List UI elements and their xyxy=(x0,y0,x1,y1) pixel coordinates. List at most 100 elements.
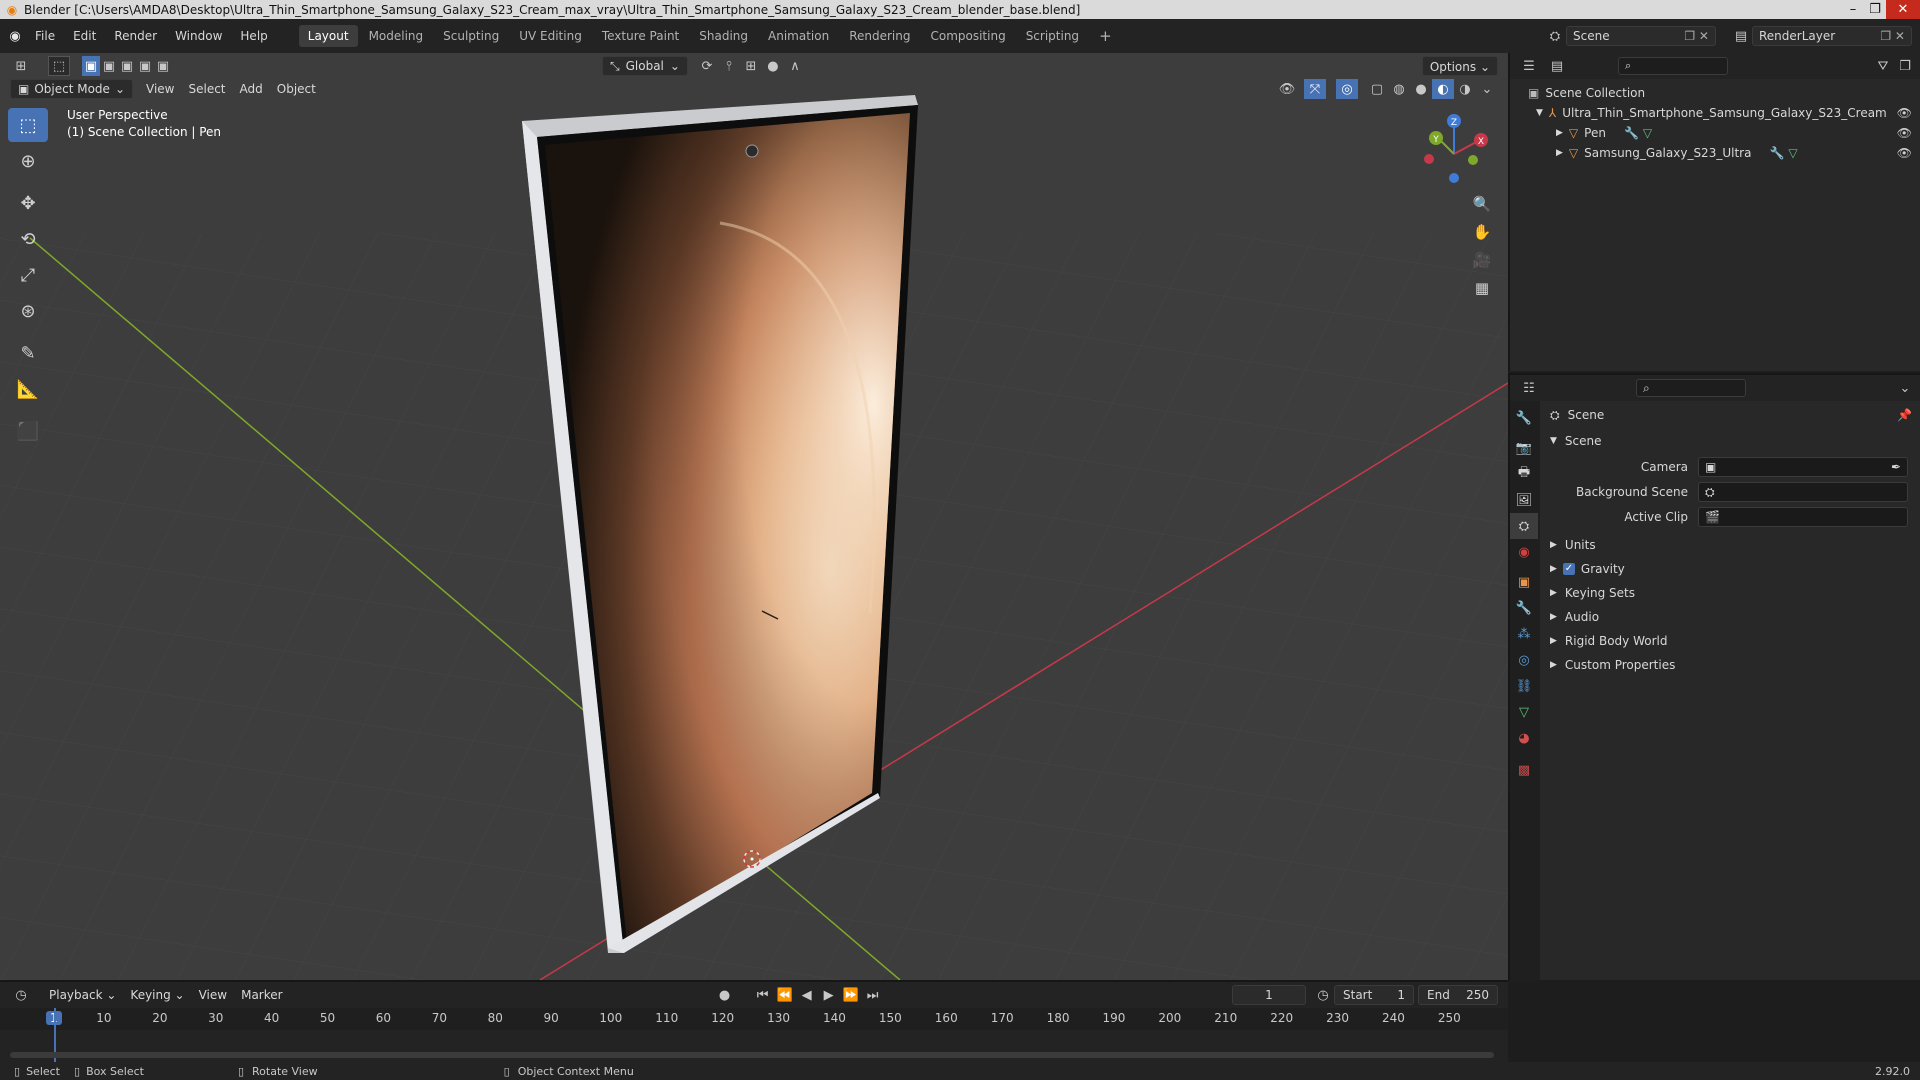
select-new-icon[interactable]: ▣ xyxy=(82,56,100,76)
camera-field[interactable]: ▣ ✒ xyxy=(1698,457,1908,477)
menu-select[interactable]: Select xyxy=(181,79,232,99)
record-icon[interactable]: ● xyxy=(714,985,736,1005)
panel-audio[interactable]: ▶ Audio xyxy=(1540,607,1920,627)
mode-dropdown[interactable]: ▣ Object Mode ⌄ xyxy=(10,79,133,99)
panel-scene-header[interactable]: ▼ Scene xyxy=(1540,431,1920,451)
menu-render[interactable]: Render xyxy=(105,24,166,48)
maximize-icon[interactable]: ❐ xyxy=(1864,0,1886,19)
camera-view-icon[interactable]: 🎥 xyxy=(1468,246,1496,274)
end-frame-field[interactable]: End 250 xyxy=(1418,985,1498,1005)
active-clip-field[interactable]: 🎬 xyxy=(1698,507,1908,527)
output-tab-icon[interactable]: 🖶 xyxy=(1510,461,1538,487)
add-workspace-icon[interactable]: + xyxy=(1090,25,1121,47)
zoom-icon[interactable]: 🔍 xyxy=(1468,190,1496,218)
measure-tool-icon[interactable]: 📐 xyxy=(8,372,48,406)
expand-arrow-icon[interactable]: ▶ xyxy=(1556,128,1563,138)
panel-gravity[interactable]: ▶ ✓ Gravity xyxy=(1540,559,1920,579)
annotate-tool-icon[interactable]: ✎ xyxy=(8,336,48,370)
select-box-tool-icon[interactable]: ⬚ xyxy=(8,108,48,142)
gizmo-toggle-icon[interactable]: ⤧ xyxy=(1304,79,1326,99)
shading-wireframe-icon[interactable]: ◍ xyxy=(1388,79,1410,99)
pin-icon[interactable]: 📌 xyxy=(1897,408,1912,422)
visibility-icon[interactable]: 👁 xyxy=(1276,79,1298,99)
add-cube-tool-icon[interactable]: ⬛ xyxy=(8,414,48,448)
tab-rendering[interactable]: Rendering xyxy=(840,25,919,47)
tree-row-collection[interactable]: ▼ ⅄ Ultra_Thin_Smartphone_Samsung_Galaxy… xyxy=(1510,103,1920,123)
play-icon[interactable]: ▶ xyxy=(818,985,840,1005)
tool-tab-icon[interactable]: 🔧 xyxy=(1510,405,1538,431)
tab-layout[interactable]: Layout xyxy=(298,25,358,47)
chevron-down-icon[interactable]: ⌄ xyxy=(1894,378,1916,398)
render-tab-icon[interactable]: 📷 xyxy=(1510,435,1538,461)
proportional-edit-icon[interactable]: ● xyxy=(762,56,784,76)
eye-icon[interactable]: 👁 xyxy=(1897,146,1912,160)
properties-search-input[interactable]: ⌕ xyxy=(1636,379,1746,397)
preview-range-icon[interactable]: ◷ xyxy=(1312,985,1334,1005)
select-invert-icon[interactable]: ▣ xyxy=(136,56,154,76)
view-layer-tab-icon[interactable]: 🖼 xyxy=(1510,487,1538,513)
start-frame-field[interactable]: Start 1 xyxy=(1334,985,1414,1005)
3d-viewport[interactable] xyxy=(0,53,1508,980)
tab-shading[interactable]: Shading xyxy=(690,25,757,47)
tab-animation[interactable]: Animation xyxy=(759,25,838,47)
eyedropper-icon[interactable]: ✒ xyxy=(1891,460,1901,474)
current-frame-field[interactable]: 1 xyxy=(1232,985,1306,1005)
texture-tab-icon[interactable]: ▩ xyxy=(1510,757,1538,783)
eye-icon[interactable]: 👁 xyxy=(1897,126,1912,140)
shading-rendered-icon[interactable]: ◑ xyxy=(1454,79,1476,99)
blender-menu-icon[interactable]: ◉ xyxy=(4,26,26,46)
material-tab-icon[interactable]: ◕ xyxy=(1510,725,1538,751)
menu-marker[interactable]: Marker xyxy=(234,985,289,1005)
shading-options-icon[interactable]: ⌄ xyxy=(1476,79,1498,99)
select-extend-icon[interactable]: ▣ xyxy=(100,56,118,76)
particles-tab-icon[interactable]: ⁂ xyxy=(1510,621,1538,647)
panel-custom-properties[interactable]: ▶ Custom Properties xyxy=(1540,655,1920,675)
constraints-tab-icon[interactable]: ⛓ xyxy=(1510,673,1538,699)
scene-tab-icon[interactable]: ⛭ xyxy=(1510,513,1538,539)
menu-edit[interactable]: Edit xyxy=(64,24,105,48)
view-layer-icon[interactable]: ▤ xyxy=(1730,26,1752,46)
navigation-gizmo[interactable]: Z X Y xyxy=(1418,112,1496,190)
select-subtract-icon[interactable]: ▣ xyxy=(118,56,136,76)
menu-timeline-view[interactable]: View xyxy=(192,985,234,1005)
options-dropdown[interactable]: Options ⌄ xyxy=(1421,56,1498,76)
select-intersect-icon[interactable]: ▣ xyxy=(154,56,172,76)
tab-texture-paint[interactable]: Texture Paint xyxy=(593,25,688,47)
overlay-toggle-icon[interactable]: ◎ xyxy=(1336,79,1358,99)
data-tab-icon[interactable]: ▽ xyxy=(1510,699,1538,725)
panel-keying-sets[interactable]: ▶ Keying Sets xyxy=(1540,583,1920,603)
object-tab-icon[interactable]: ▣ xyxy=(1510,569,1538,595)
falloff-icon[interactable]: ∧ xyxy=(784,56,806,76)
close-icon[interactable]: ✕ xyxy=(1886,0,1920,19)
menu-playback[interactable]: Playback ⌄ xyxy=(42,985,123,1005)
pivot-point-icon[interactable]: ⟳ xyxy=(696,56,718,76)
transform-orientation-dropdown[interactable]: ⤡ Global ⌄ xyxy=(602,56,688,76)
move-tool-icon[interactable]: ✥ xyxy=(8,186,48,220)
tree-row-galaxy[interactable]: ▶ ▽ Samsung_Galaxy_S23_Ultra 🔧 ▽ 👁 xyxy=(1510,143,1920,163)
rotate-tool-icon[interactable]: ⟲ xyxy=(8,222,48,256)
tab-modeling[interactable]: Modeling xyxy=(360,25,433,47)
panel-rigid-body-world[interactable]: ▶ Rigid Body World xyxy=(1540,631,1920,651)
perspective-grid-icon[interactable]: ▦ xyxy=(1468,274,1496,302)
menu-object[interactable]: Object xyxy=(270,79,323,99)
shading-material-icon[interactable]: ◐ xyxy=(1432,79,1454,99)
panel-units[interactable]: ▶ Units xyxy=(1540,535,1920,555)
background-scene-field[interactable]: ⛭ xyxy=(1698,482,1908,502)
scene-icon[interactable]: ⛭ xyxy=(1544,26,1566,46)
jump-end-icon[interactable]: ⏭ xyxy=(862,985,884,1005)
outliner-editor-icon[interactable]: ☰ xyxy=(1518,56,1540,76)
properties-editor-icon[interactable]: ☷ xyxy=(1518,378,1540,398)
world-tab-icon[interactable]: ◉ xyxy=(1510,539,1538,565)
editor-type-icon[interactable]: ⊞ xyxy=(10,56,32,76)
menu-view[interactable]: View xyxy=(139,79,181,99)
tab-sculpting[interactable]: Sculpting xyxy=(434,25,508,47)
timeline-editor-icon[interactable]: ◷ xyxy=(10,985,32,1005)
tree-row-scene-collection[interactable]: ▣ Scene Collection xyxy=(1510,83,1920,103)
menu-file[interactable]: File xyxy=(26,24,64,48)
jump-start-icon[interactable]: ⏮ xyxy=(752,985,774,1005)
play-reverse-icon[interactable]: ◀ xyxy=(796,985,818,1005)
gravity-checkbox[interactable]: ✓ xyxy=(1562,563,1575,575)
prev-keyframe-icon[interactable]: ⏪ xyxy=(774,985,796,1005)
menu-keying[interactable]: Keying ⌄ xyxy=(123,985,191,1005)
tab-compositing[interactable]: Compositing xyxy=(921,25,1014,47)
